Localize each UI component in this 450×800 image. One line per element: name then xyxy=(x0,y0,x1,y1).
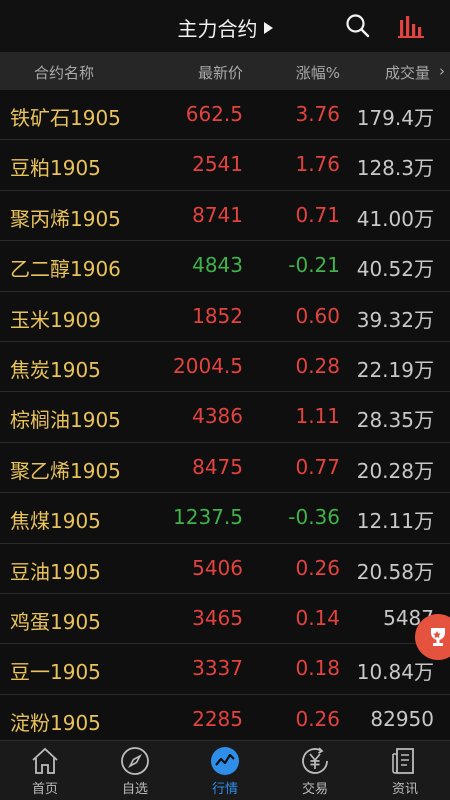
tab-watchlist[interactable]: 自选 xyxy=(90,741,180,800)
latest-price: 1237.5 xyxy=(173,505,243,530)
tab-label: 交易 xyxy=(301,782,328,797)
table-row[interactable]: 豆粕1905 2541 1.76 128.3万 xyxy=(0,140,450,191)
latest-price: 3465 xyxy=(192,605,243,630)
tab-label: 自选 xyxy=(121,782,148,797)
volume: 82950 xyxy=(370,706,434,731)
column-header-price[interactable]: 最新价 xyxy=(198,62,243,83)
contract-name: 棕榈油1905 xyxy=(10,408,121,433)
contract-name: 豆粕1905 xyxy=(10,156,101,181)
volume: 128.3万 xyxy=(356,156,434,181)
market-chart-icon xyxy=(211,747,239,775)
latest-price: 8475 xyxy=(192,454,243,479)
latest-price: 662.5 xyxy=(185,102,243,126)
table-row[interactable]: 焦煤1905 1237.5 -0.36 12.11万 xyxy=(0,493,450,544)
volume: 41.00万 xyxy=(356,206,434,231)
table-row[interactable]: 豆一1905 3337 0.18 10.84万 xyxy=(0,644,450,695)
latest-price: 5406 xyxy=(192,555,243,580)
change-percent: 0.71 xyxy=(295,202,340,227)
change-percent: 1.11 xyxy=(295,404,340,429)
table-row[interactable]: 铁矿石1905 662.5 3.76 179.4万 xyxy=(0,90,450,141)
tab-market[interactable]: 行情 xyxy=(180,741,270,800)
latest-price: 4843 xyxy=(192,253,243,278)
volume: 28.35万 xyxy=(356,408,434,433)
tab-news[interactable]: 资讯 xyxy=(360,741,450,800)
table-row[interactable]: 焦炭1905 2004.5 0.28 22.19万 xyxy=(0,342,450,393)
column-header-change[interactable]: 涨幅% xyxy=(296,62,340,83)
table-row[interactable]: 聚乙烯1905 8475 0.77 20.28万 xyxy=(0,443,450,494)
table-header: 合约名称 最新价 涨幅% 成交量 › xyxy=(0,52,450,90)
table-row[interactable]: 豆油1905 5406 0.26 20.58万 xyxy=(0,544,450,594)
trophy-icon xyxy=(431,628,445,646)
volume: 40.52万 xyxy=(356,257,434,282)
tab-trade[interactable]: 交易 xyxy=(270,741,360,800)
table-row[interactable]: 聚丙烯1905 8741 0.71 41.00万 xyxy=(0,191,450,242)
page-title: 主力合约 xyxy=(177,17,258,41)
latest-price: 2004.5 xyxy=(173,353,243,378)
contract-name: 淀粉1905 xyxy=(10,710,101,735)
bottom-tab-bar: 首页 自选 行情 交易 资讯 xyxy=(0,740,450,800)
contract-name: 聚丙烯1905 xyxy=(10,206,121,231)
volume: 22.19万 xyxy=(356,357,434,382)
change-percent: 0.60 xyxy=(295,303,340,328)
change-percent: 0.28 xyxy=(295,353,340,378)
contract-name: 焦炭1905 xyxy=(10,357,101,382)
tab-label: 行情 xyxy=(211,782,238,797)
latest-price: 1852 xyxy=(192,303,243,328)
quote-list: 铁矿石1905 662.5 3.76 179.4万豆粕1905 2541 1.76 128.… xyxy=(0,90,450,740)
latest-price: 2285 xyxy=(192,706,243,731)
contract-selector[interactable]: 主力合约 xyxy=(0,13,450,42)
volume: 39.32万 xyxy=(356,307,434,332)
contract-name: 聚乙烯1905 xyxy=(10,458,121,483)
change-percent: 1.76 xyxy=(295,152,340,177)
table-row[interactable]: 淀粉1905 2285 0.26 82950 xyxy=(0,695,450,740)
yen-exchange-icon xyxy=(302,747,328,774)
volume: 12.11万 xyxy=(356,509,434,534)
latest-price: 2541 xyxy=(192,152,243,177)
column-header-name[interactable]: 合约名称 xyxy=(34,62,94,83)
change-percent: -0.36 xyxy=(288,505,340,530)
change-percent: 0.14 xyxy=(295,605,340,630)
tab-label: 资讯 xyxy=(391,782,418,797)
contract-name: 乙二醇1906 xyxy=(10,257,121,282)
compass-icon xyxy=(121,747,149,775)
tab-home[interactable]: 首页 xyxy=(0,741,90,800)
top-nav-bar: 主力合约 xyxy=(0,0,450,52)
change-percent: 3.76 xyxy=(295,102,340,126)
search-icon[interactable] xyxy=(344,12,372,40)
tab-label: 首页 xyxy=(31,782,58,797)
home-icon xyxy=(32,747,58,774)
bar-chart-icon[interactable] xyxy=(396,12,426,40)
column-header-volume[interactable]: 成交量 xyxy=(385,62,430,83)
table-row[interactable]: 棕榈油1905 4386 1.11 28.35万 xyxy=(0,392,450,443)
volume: 20.28万 xyxy=(356,458,434,483)
volume: 20.58万 xyxy=(356,559,434,584)
contract-name: 豆油1905 xyxy=(10,559,101,584)
table-row[interactable]: 玉米1909 1852 0.60 39.32万 xyxy=(0,292,450,342)
change-percent: 0.77 xyxy=(295,454,340,479)
change-percent: 0.26 xyxy=(295,555,340,580)
news-document-icon xyxy=(392,748,414,774)
contract-name: 焦煤1905 xyxy=(10,509,101,534)
caret-right-icon xyxy=(263,22,273,34)
change-percent: 0.26 xyxy=(295,706,340,731)
table-row[interactable]: 鸡蛋1905 3465 0.14 5487 xyxy=(0,594,450,645)
contract-name: 玉米1909 xyxy=(10,307,101,332)
table-row[interactable]: 乙二醇1906 4843 -0.21 40.52万 xyxy=(0,241,450,292)
latest-price: 8741 xyxy=(192,202,243,227)
contract-name: 鸡蛋1905 xyxy=(10,609,101,634)
change-percent: 0.18 xyxy=(295,656,340,681)
chevron-right-icon[interactable]: › xyxy=(439,62,445,80)
contract-name: 豆一1905 xyxy=(10,660,101,685)
change-percent: -0.21 xyxy=(288,253,340,278)
latest-price: 3337 xyxy=(192,656,243,681)
volume: 10.84万 xyxy=(356,660,434,685)
contract-name: 铁矿石1905 xyxy=(10,106,121,130)
latest-price: 4386 xyxy=(192,404,243,429)
volume: 179.4万 xyxy=(356,106,434,130)
